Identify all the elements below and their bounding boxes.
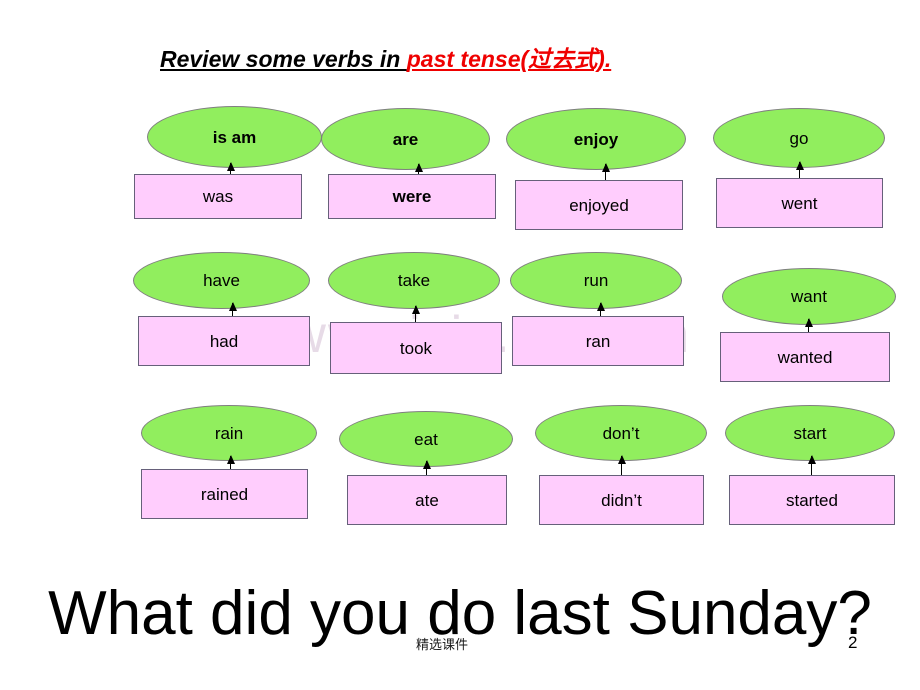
past-tense-box[interactable]: enjoyed xyxy=(515,180,683,230)
transform-arrow xyxy=(807,455,816,476)
past-tense-box[interactable]: rained xyxy=(141,469,308,519)
transform-arrow xyxy=(601,163,610,181)
footer-note: 精选课件 xyxy=(416,638,469,653)
arrow-head xyxy=(795,161,804,170)
page-title: Review some verbs in past tense(过去式). xyxy=(160,40,611,74)
arrow-head xyxy=(617,455,626,464)
past-tense-box[interactable]: had xyxy=(138,316,310,366)
past-tense-box[interactable]: didn’t xyxy=(539,475,704,525)
arrow-head xyxy=(422,460,431,469)
page-title-black: Review some verbs in xyxy=(160,46,407,72)
arrow-head xyxy=(807,455,816,464)
present-tense-oval[interactable]: are xyxy=(321,108,490,170)
past-tense-box[interactable]: started xyxy=(729,475,895,525)
present-tense-oval[interactable]: run xyxy=(510,252,682,309)
present-tense-oval[interactable]: go xyxy=(713,108,885,168)
arrow-head xyxy=(804,318,813,327)
past-tense-box[interactable]: were xyxy=(328,174,496,219)
page-number: 2 xyxy=(848,633,858,652)
arrow-head xyxy=(411,305,420,314)
present-tense-oval[interactable]: enjoy xyxy=(506,108,686,170)
arrow-head xyxy=(596,302,605,311)
transform-arrow xyxy=(617,455,626,476)
past-tense-box[interactable]: ate xyxy=(347,475,507,525)
transform-arrow xyxy=(795,161,804,179)
present-tense-oval[interactable]: rain xyxy=(141,405,317,461)
past-tense-box[interactable]: wanted xyxy=(720,332,890,382)
arrow-head xyxy=(228,302,237,311)
arrow-head xyxy=(414,163,423,172)
arrow-head xyxy=(601,163,610,172)
past-tense-box[interactable]: was xyxy=(134,174,302,219)
past-tense-box[interactable]: took xyxy=(330,322,502,374)
past-tense-box[interactable]: ran xyxy=(512,316,684,366)
arrow-head xyxy=(226,162,235,171)
present-tense-oval[interactable]: take xyxy=(328,252,500,309)
present-tense-oval[interactable]: eat xyxy=(339,411,513,467)
transform-arrow xyxy=(411,305,420,323)
past-tense-box[interactable]: went xyxy=(716,178,883,228)
arrow-head xyxy=(226,455,235,464)
slide-canvas: www.zixin.com.cn Review some verbs in pa… xyxy=(0,0,920,690)
present-tense-oval[interactable]: want xyxy=(722,268,896,325)
present-tense-oval[interactable]: start xyxy=(725,405,895,461)
page-title-red: past tense(过去式). xyxy=(406,46,612,72)
present-tense-oval[interactable]: don’t xyxy=(535,405,707,461)
present-tense-oval[interactable]: is am xyxy=(147,106,322,168)
present-tense-oval[interactable]: have xyxy=(133,252,310,309)
